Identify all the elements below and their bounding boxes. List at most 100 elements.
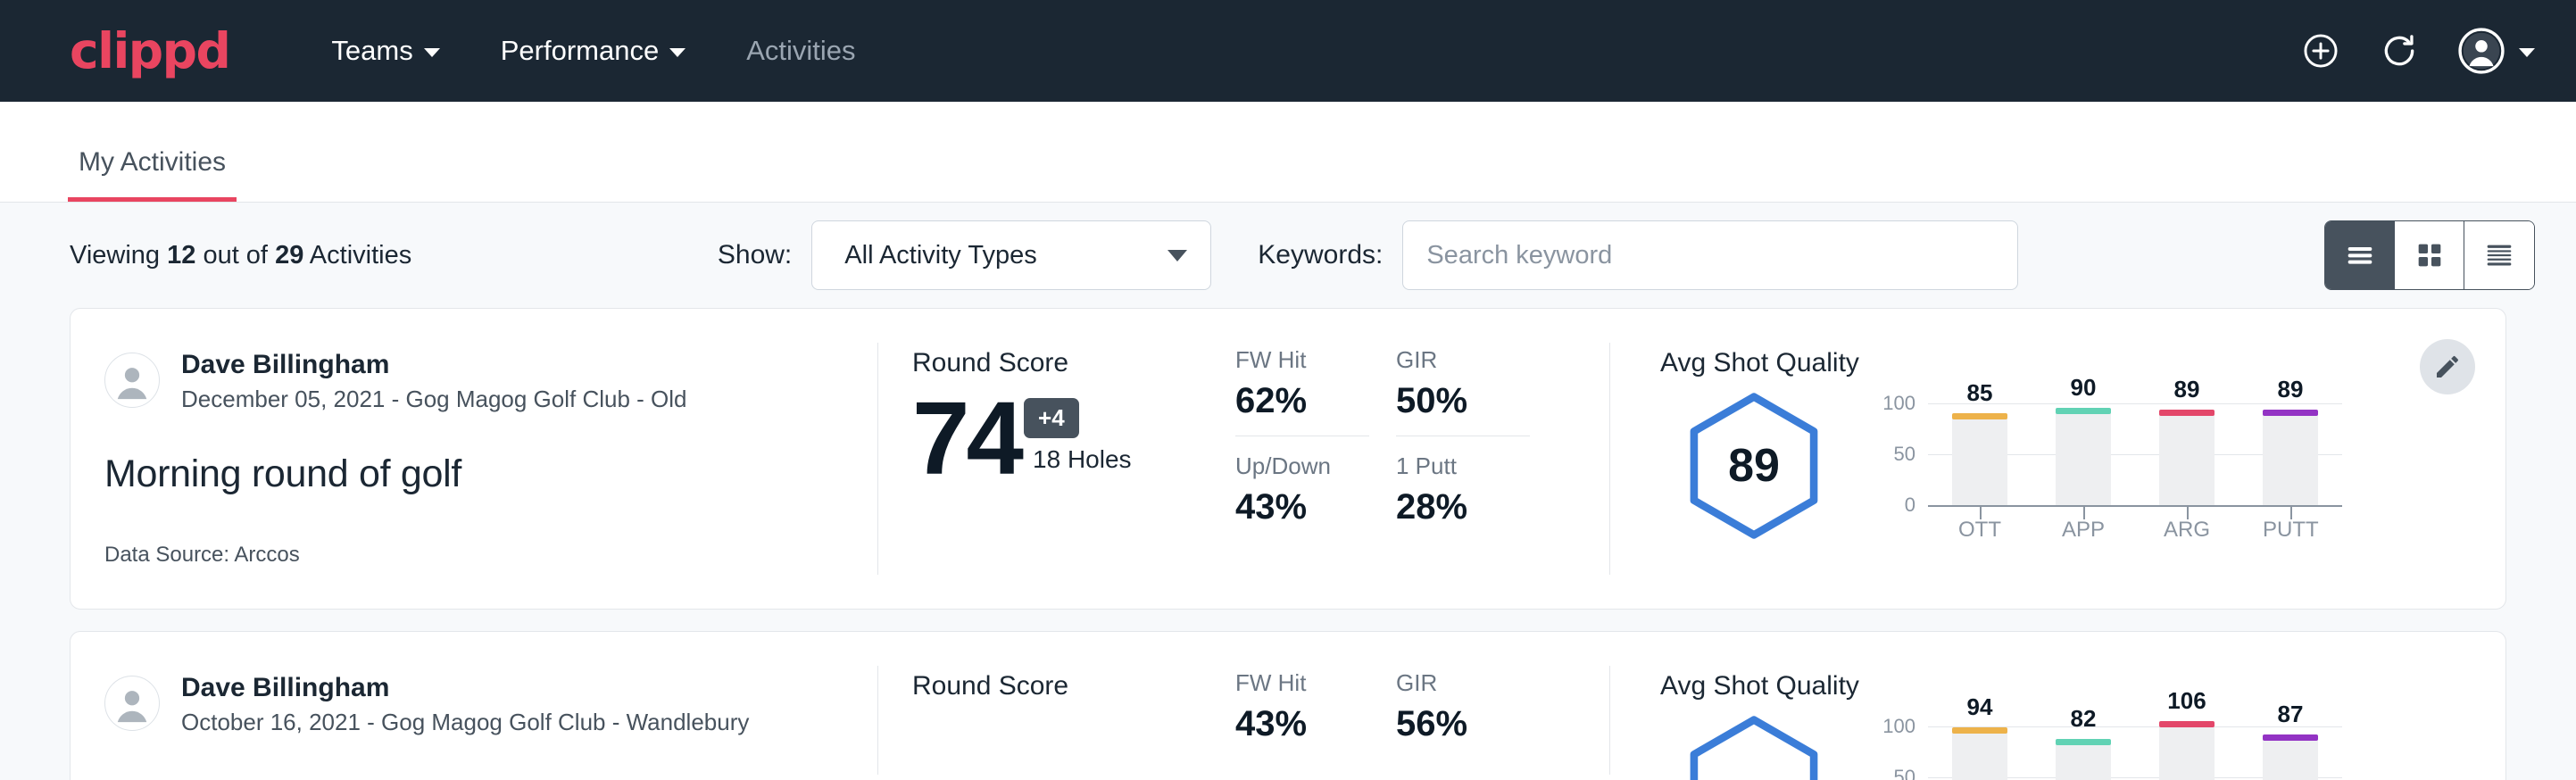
card-player: Dave Billingham December 05, 2021 - Gog … bbox=[104, 348, 878, 413]
grid-view-icon bbox=[2412, 237, 2447, 273]
bar-value-label: 89 bbox=[2250, 376, 2331, 403]
view-toggle-list[interactable] bbox=[2325, 221, 2395, 289]
bar: 85 bbox=[1952, 419, 2007, 505]
avg-shot-quality-label: Avg Shot Quality bbox=[1660, 671, 2505, 701]
viewing-total: 29 bbox=[275, 241, 303, 270]
pencil-icon bbox=[2433, 353, 2462, 381]
user-avatar-icon bbox=[106, 354, 158, 406]
show-label: Show: bbox=[718, 240, 792, 270]
viewing-prefix: Viewing bbox=[70, 241, 160, 270]
card-player: Dave Billingham October 16, 2021 - Gog M… bbox=[104, 671, 878, 736]
avatar bbox=[104, 353, 160, 408]
bar: 94 bbox=[1952, 733, 2007, 780]
quality-row: 89 100 50 0 bbox=[1660, 384, 2505, 553]
activity-title: Morning round of golf bbox=[104, 452, 878, 496]
stat-value: 50% bbox=[1396, 381, 1530, 421]
bar: 90 bbox=[2056, 413, 2111, 505]
bar-column-arg: 106 bbox=[2159, 726, 2215, 780]
card-player-text: Dave Billingham October 16, 2021 - Gog M… bbox=[181, 671, 749, 736]
player-name: Dave Billingham bbox=[181, 348, 687, 382]
activity-card[interactable]: Dave Billingham October 16, 2021 - Gog M… bbox=[70, 631, 2506, 780]
stat-up-down: Up/Down 43% bbox=[1235, 452, 1369, 533]
bar: 106 bbox=[2159, 726, 2215, 780]
view-mode-toggle-group bbox=[2324, 220, 2535, 290]
card-quality-column: Avg Shot Quality 100 bbox=[1610, 632, 2505, 780]
tab-my-activities[interactable]: My Activities bbox=[68, 147, 237, 202]
top-action-icons bbox=[2301, 28, 2535, 74]
bar-value-label: 85 bbox=[1940, 379, 2020, 407]
stats-grid: FW Hit 43% GIR 56% bbox=[1235, 669, 1610, 750]
activity-card[interactable]: Dave Billingham December 05, 2021 - Gog … bbox=[70, 308, 2506, 610]
x-label-ott: OTT bbox=[1952, 518, 2007, 543]
bar-value-label: 89 bbox=[2147, 376, 2227, 403]
hexagon-icon bbox=[1677, 712, 1831, 780]
activity-type-select-value: All Activity Types bbox=[844, 241, 1036, 270]
quality-hexagon bbox=[1677, 712, 1831, 780]
search-input-placeholder: Search keyword bbox=[1426, 241, 1612, 270]
chevron-down-icon bbox=[669, 48, 686, 57]
keywords-label: Keywords: bbox=[1258, 240, 1383, 270]
gridline-0: 0 bbox=[1928, 505, 2342, 507]
plus-circle-icon bbox=[2301, 31, 2340, 71]
activity-type-select[interactable]: All Activity Types bbox=[811, 220, 1211, 290]
nav-item-activities[interactable]: Activities bbox=[716, 22, 885, 79]
view-toggle-detail[interactable] bbox=[2464, 221, 2534, 289]
stat-label: FW Hit bbox=[1235, 346, 1369, 374]
filter-toolbar: Viewing 12 out of 29 Activities Show: Al… bbox=[0, 203, 2576, 308]
main-nav-items: Teams Performance Activities bbox=[301, 22, 885, 79]
chart-bars: 85 90 bbox=[1928, 403, 2342, 505]
account-menu[interactable] bbox=[2458, 28, 2535, 74]
holes-label: 18 Holes bbox=[1033, 445, 1132, 486]
stat-gir: GIR 50% bbox=[1396, 346, 1530, 436]
y-tick-label: 50 bbox=[1894, 766, 1915, 780]
round-score-value-row: 74 +4 18 Holes bbox=[912, 391, 1235, 486]
nav-item-performance[interactable]: Performance bbox=[470, 22, 716, 79]
add-button[interactable] bbox=[2301, 31, 2340, 71]
chart-plot-area: 100 50 0 85 bbox=[1928, 403, 2342, 505]
round-score-label: Round Score bbox=[912, 348, 1235, 378]
nav-item-teams[interactable]: Teams bbox=[301, 22, 469, 79]
viewing-count: 12 bbox=[167, 241, 195, 270]
edit-activity-button[interactable] bbox=[2420, 339, 2475, 394]
top-navigation-bar: clippd Teams Performance Activities bbox=[0, 0, 2576, 102]
bar-column-app: 90 bbox=[2056, 403, 2111, 505]
bar-cap bbox=[2056, 408, 2111, 414]
user-avatar-icon bbox=[2458, 28, 2505, 74]
clippd-logo[interactable]: clippd bbox=[70, 27, 229, 76]
shot-quality-bar-chart: 100 50 0 85 bbox=[1878, 384, 2342, 553]
quality-row: 100 50 0 94 bbox=[1660, 707, 2505, 780]
activity-card-list: Dave Billingham December 05, 2021 - Gog … bbox=[0, 308, 2576, 780]
show-filter-group: Show: All Activity Types bbox=[718, 220, 1211, 290]
stat-label: GIR bbox=[1396, 346, 1530, 374]
stat-value: 43% bbox=[1235, 704, 1369, 744]
card-meta-column: Dave Billingham October 16, 2021 - Gog M… bbox=[71, 632, 878, 780]
refresh-button[interactable] bbox=[2380, 31, 2419, 71]
stat-one-putt: 1 Putt 28% bbox=[1396, 452, 1530, 533]
viewing-suffix: Activities bbox=[310, 241, 411, 270]
search-input[interactable]: Search keyword bbox=[1402, 220, 2018, 290]
bar-cap bbox=[1952, 727, 2007, 734]
user-avatar-icon bbox=[106, 677, 158, 729]
viewing-middle: out of bbox=[203, 241, 268, 270]
player-name: Dave Billingham bbox=[181, 671, 749, 705]
bar-column-ott: 94 bbox=[1952, 726, 2007, 780]
activity-subtitle: October 16, 2021 - Gog Magog Golf Club -… bbox=[181, 709, 749, 736]
bar-value-label: 94 bbox=[1940, 693, 2020, 721]
bar-value-label: 90 bbox=[2043, 374, 2123, 402]
bar-value-label: 87 bbox=[2250, 701, 2331, 728]
stat-value: 56% bbox=[1396, 704, 1530, 744]
refresh-icon bbox=[2380, 31, 2419, 71]
view-toggle-grid[interactable] bbox=[2395, 221, 2464, 289]
bar: 87 bbox=[2263, 740, 2318, 780]
nav-item-label: Performance bbox=[501, 35, 659, 67]
bar: 89 bbox=[2159, 415, 2215, 505]
bar-cap bbox=[2263, 410, 2318, 416]
list-view-icon bbox=[2342, 237, 2378, 273]
keyword-filter-group: Keywords: Search keyword bbox=[1258, 220, 2018, 290]
card-score-column: Round Score 74 +4 18 Holes bbox=[878, 309, 1235, 609]
stat-value: 43% bbox=[1235, 487, 1369, 527]
bar-cap bbox=[2263, 734, 2318, 741]
bar-column-putt: 89 bbox=[2263, 403, 2318, 505]
results-count-text: Viewing 12 out of 29 Activities bbox=[70, 241, 411, 270]
quality-hexagon-wrap: 89 bbox=[1660, 384, 1848, 543]
